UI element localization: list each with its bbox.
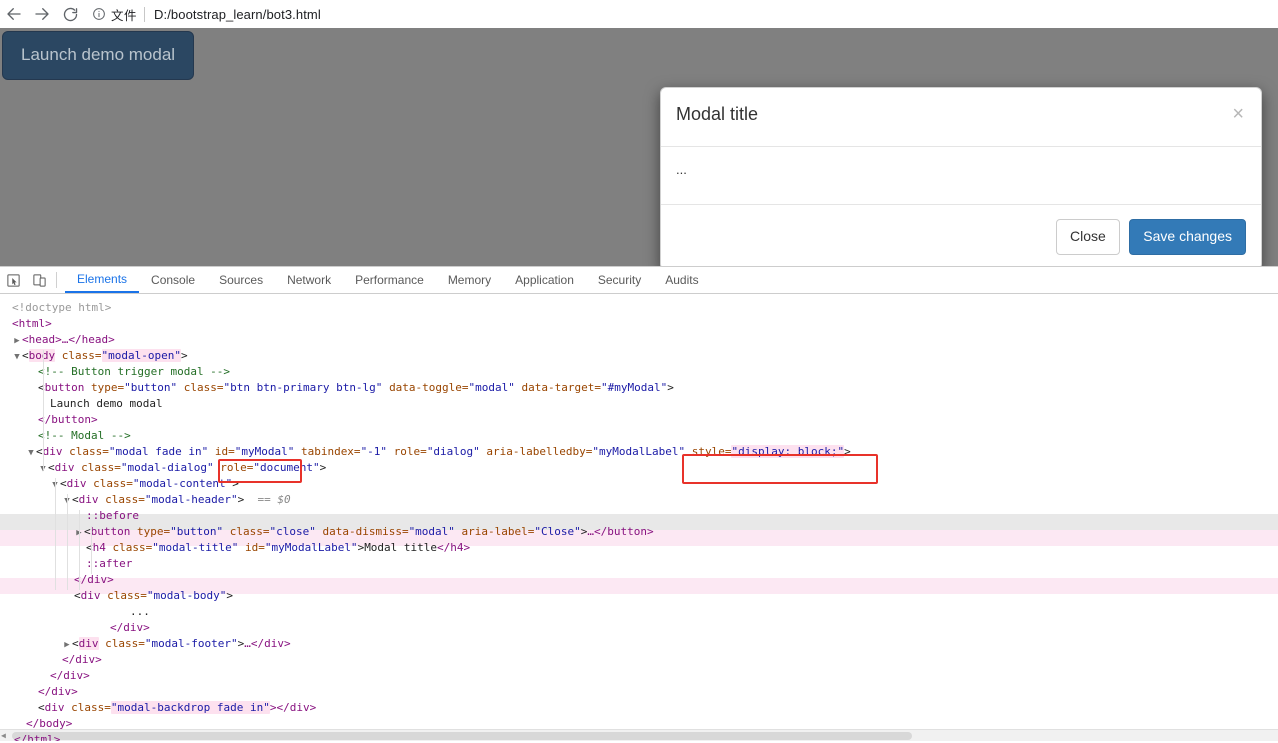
reload-icon xyxy=(63,7,77,21)
tab-application[interactable]: Application xyxy=(503,267,586,293)
devtools-panel: Elements Console Sources Network Perform… xyxy=(0,266,1278,743)
dom-line-button-close-elem[interactable]: ▶<button type="button" class="close" dat… xyxy=(0,524,1278,540)
close-icon[interactable]: × xyxy=(1230,102,1246,124)
devtools-toolbar: Elements Console Sources Network Perform… xyxy=(0,267,1278,294)
dom-line-div-close-header[interactable]: </div> xyxy=(0,572,1278,588)
dom-line-div-modal[interactable]: ▼ <div class="modal fade in" id="myModal"… xyxy=(0,444,1278,460)
modal-footer: Close Save changes xyxy=(661,205,1261,266)
scroll-left-arrow-icon[interactable]: ◀ xyxy=(1,731,6,740)
dom-tree[interactable]: <!doctype html> <html> ▶ <head>…</head> ▼… xyxy=(0,294,1278,741)
horizontal-scrollbar[interactable]: ◀ xyxy=(0,729,1278,741)
dom-line-button-open[interactable]: <button type="button" class="btn btn-pri… xyxy=(0,380,1278,396)
back-button[interactable] xyxy=(0,0,28,28)
launch-demo-modal-button[interactable]: Launch demo modal xyxy=(2,31,195,80)
dom-line-body-text[interactable]: ... xyxy=(0,604,1278,620)
screenshot-root: 文件 D:/bootstrap_learn/bot3.html Launch d… xyxy=(0,0,1278,743)
tab-console[interactable]: Console xyxy=(139,267,207,293)
modal-save-button[interactable]: Save changes xyxy=(1129,219,1246,255)
reload-button[interactable] xyxy=(56,0,84,28)
dom-line-div-close-body[interactable]: </div> xyxy=(0,620,1278,636)
dom-line-div-modal-footer[interactable]: ▶ <div class="modal-footer">…</div> xyxy=(0,636,1278,652)
url-text: D:/bootstrap_learn/bot3.html xyxy=(154,6,321,22)
dom-line-div-modal-body[interactable]: <div class="modal-body"> xyxy=(0,588,1278,604)
dom-line-comment-modal[interactable]: <!-- Modal --> xyxy=(0,428,1278,444)
modal-title: Modal title xyxy=(676,104,759,124)
dom-line-pseudo-before[interactable]: ::before xyxy=(0,508,1278,524)
tree-guide xyxy=(67,494,68,590)
dom-line-body-open[interactable]: ▼ <body class="modal-open"> xyxy=(0,348,1278,364)
dom-line-html-open[interactable]: <html> xyxy=(0,316,1278,332)
dom-line-div-close-dialog[interactable]: </div> xyxy=(0,668,1278,684)
tab-sources[interactable]: Sources xyxy=(207,267,275,293)
tab-audits[interactable]: Audits xyxy=(653,267,710,293)
toolbar-divider xyxy=(56,272,57,288)
dom-line-button-text[interactable]: Launch demo modal xyxy=(0,396,1278,412)
forward-button[interactable] xyxy=(28,0,56,28)
tree-guide xyxy=(91,526,92,574)
arrow-right-icon xyxy=(35,8,49,20)
twisty-collapsed-icon[interactable]: ▶ xyxy=(62,637,72,653)
dom-line-head[interactable]: ▶ <head>…</head> xyxy=(0,332,1278,348)
tab-security[interactable]: Security xyxy=(586,267,653,293)
dom-line-comment-button-trigger[interactable]: <!-- Button trigger modal --> xyxy=(0,364,1278,380)
modal-dialog: Modal title × ... Close Save changes xyxy=(660,87,1262,266)
twisty-expanded-icon[interactable]: ▼ xyxy=(12,349,22,365)
tab-network[interactable]: Network xyxy=(275,267,343,293)
twisty-collapsed-icon[interactable]: ▶ xyxy=(12,333,22,349)
dom-line-pseudo-after[interactable]: ::after xyxy=(0,556,1278,572)
dom-line-button-close[interactable]: </button> xyxy=(0,412,1278,428)
dom-line-doctype[interactable]: <!doctype html> xyxy=(0,300,1278,316)
page-viewport: Launch demo modal Modal title × ... Clos… xyxy=(0,28,1278,266)
dom-line-div-modal-dialog[interactable]: ▼<div class="modal-dialog" role="documen… xyxy=(0,460,1278,476)
dom-line-div-close-modal[interactable]: </div> xyxy=(0,684,1278,700)
arrow-left-icon xyxy=(7,8,21,20)
address-bar[interactable]: 文件 D:/bootstrap_learn/bot3.html xyxy=(92,3,1278,25)
dom-line-div-modal-header[interactable]: ▼<div class="modal-header"> == $0 xyxy=(0,492,1278,508)
modal-body: ... xyxy=(661,147,1261,205)
twisty-expanded-icon[interactable]: ▼ xyxy=(26,445,36,461)
tree-guide xyxy=(55,478,56,590)
browser-toolbar: 文件 D:/bootstrap_learn/bot3.html xyxy=(0,0,1278,29)
scrollbar-thumb[interactable] xyxy=(12,732,912,740)
tree-guide xyxy=(79,510,80,590)
modal-header: Modal title × xyxy=(661,88,1261,147)
info-circle-icon xyxy=(92,7,106,21)
file-scheme-label: 文件 xyxy=(111,8,138,23)
dom-line-div-close-content[interactable]: </div> xyxy=(0,652,1278,668)
tab-memory[interactable]: Memory xyxy=(436,267,503,293)
device-toolbar-icon[interactable] xyxy=(26,268,52,292)
tab-elements[interactable]: Elements xyxy=(65,267,140,293)
dom-line-div-modal-content[interactable]: ▼<div class="modal-content"> xyxy=(0,476,1278,492)
tab-performance[interactable]: Performance xyxy=(343,267,436,293)
modal-close-button[interactable]: Close xyxy=(1056,219,1120,255)
omnibox-divider xyxy=(144,6,146,22)
dom-line-h4-modal-title[interactable]: <h4 class="modal-title" id="myModalLabel… xyxy=(0,540,1278,556)
devtools-tabs: Elements Console Sources Network Perform… xyxy=(65,267,711,293)
dom-line-div-modal-backdrop[interactable]: <div class="modal-backdrop fade in"></di… xyxy=(0,700,1278,716)
tree-guide xyxy=(43,350,44,470)
inspect-cursor-icon[interactable] xyxy=(0,268,26,292)
